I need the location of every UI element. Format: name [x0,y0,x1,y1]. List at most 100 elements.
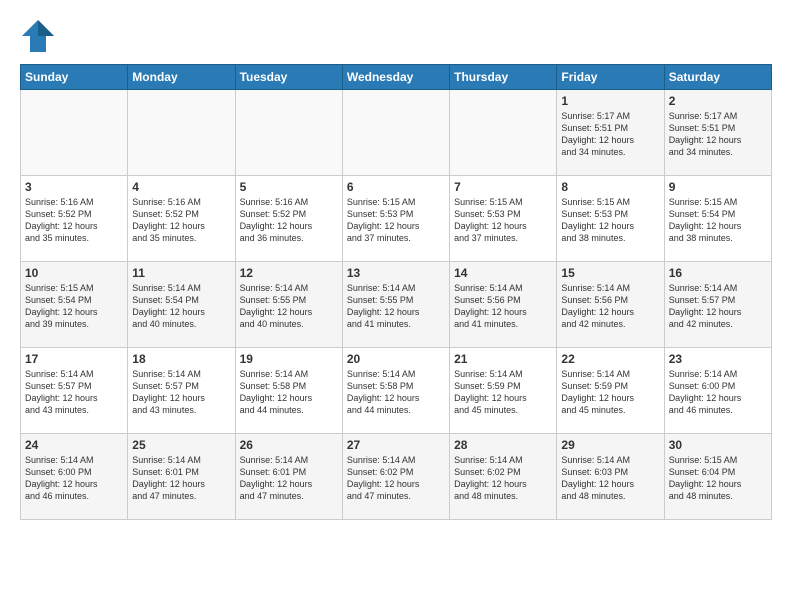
calendar-cell: 1Sunrise: 5:17 AM Sunset: 5:51 PM Daylig… [557,90,664,176]
day-number: 7 [454,180,552,194]
day-number: 3 [25,180,123,194]
day-number: 28 [454,438,552,452]
weekday-header-thursday: Thursday [450,65,557,90]
day-number: 11 [132,266,230,280]
weekday-row: SundayMondayTuesdayWednesdayThursdayFrid… [21,65,772,90]
calendar-week-row: 10Sunrise: 5:15 AM Sunset: 5:54 PM Dayli… [21,262,772,348]
calendar-cell: 5 Sunrise: 5:16 AM Sunset: 5:52 PM Daylig… [235,176,342,262]
calendar-cell: 9 Sunrise: 5:15 AM Sunset: 5:54 PM Daylig… [664,176,771,262]
weekday-header-sunday: Sunday [21,65,128,90]
day-number: 30 [669,438,767,452]
day-info: Sunrise: 5:14 AM Sunset: 5:57 PM Dayligh… [669,282,767,331]
day-info: Sunrise: 5:16 AM Sunset: 5:52 PM Dayligh… [132,196,230,245]
calendar-cell [21,90,128,176]
day-number: 20 [347,352,445,366]
calendar-week-row: 17Sunrise: 5:14 AM Sunset: 5:57 PM Dayli… [21,348,772,434]
day-info: Sunrise: 5:14 AM Sunset: 6:03 PM Dayligh… [561,454,659,503]
day-number: 12 [240,266,338,280]
day-number: 18 [132,352,230,366]
calendar-cell: 22 Sunrise: 5:14 AM Sunset: 5:59 PM Dayli… [557,348,664,434]
calendar-cell: 17Sunrise: 5:14 AM Sunset: 5:57 PM Dayli… [21,348,128,434]
day-info: Sunrise: 5:14 AM Sunset: 5:58 PM Dayligh… [240,368,338,417]
day-number: 9 [669,180,767,194]
calendar-cell: 6 Sunrise: 5:15 AM Sunset: 5:53 PM Daylig… [342,176,449,262]
calendar-cell: 27 Sunrise: 5:14 AM Sunset: 6:02 PM Dayli… [342,434,449,520]
calendar-week-row: 24 Sunrise: 5:14 AM Sunset: 6:00 PM Dayli… [21,434,772,520]
calendar-cell: 23 Sunrise: 5:14 AM Sunset: 6:00 PM Dayli… [664,348,771,434]
day-info: Sunrise: 5:16 AM Sunset: 5:52 PM Dayligh… [240,196,338,245]
day-number: 10 [25,266,123,280]
day-info: Sunrise: 5:15 AM Sunset: 5:53 PM Dayligh… [347,196,445,245]
weekday-header-friday: Friday [557,65,664,90]
calendar-cell: 20Sunrise: 5:14 AM Sunset: 5:58 PM Dayli… [342,348,449,434]
day-number: 14 [454,266,552,280]
day-info: Sunrise: 5:14 AM Sunset: 5:57 PM Dayligh… [25,368,123,417]
day-info: Sunrise: 5:14 AM Sunset: 6:01 PM Dayligh… [132,454,230,503]
day-info: Sunrise: 5:14 AM Sunset: 6:02 PM Dayligh… [454,454,552,503]
day-info: Sunrise: 5:14 AM Sunset: 5:55 PM Dayligh… [347,282,445,331]
calendar-cell: 28 Sunrise: 5:14 AM Sunset: 6:02 PM Dayli… [450,434,557,520]
day-info: Sunrise: 5:15 AM Sunset: 5:53 PM Dayligh… [561,196,659,245]
calendar-cell: 2 Sunrise: 5:17 AM Sunset: 5:51 PM Daylig… [664,90,771,176]
header [20,18,772,54]
day-info: Sunrise: 5:14 AM Sunset: 6:02 PM Dayligh… [347,454,445,503]
day-info: Sunrise: 5:14 AM Sunset: 6:01 PM Dayligh… [240,454,338,503]
day-number: 5 [240,180,338,194]
day-info: Sunrise: 5:14 AM Sunset: 6:00 PM Dayligh… [669,368,767,417]
day-number: 6 [347,180,445,194]
calendar: SundayMondayTuesdayWednesdayThursdayFrid… [20,64,772,520]
day-number: 29 [561,438,659,452]
day-info: Sunrise: 5:15 AM Sunset: 5:54 PM Dayligh… [669,196,767,245]
day-number: 24 [25,438,123,452]
weekday-header-wednesday: Wednesday [342,65,449,90]
day-number: 1 [561,94,659,108]
day-number: 26 [240,438,338,452]
calendar-cell [450,90,557,176]
day-info: Sunrise: 5:14 AM Sunset: 6:00 PM Dayligh… [25,454,123,503]
calendar-cell: 24 Sunrise: 5:14 AM Sunset: 6:00 PM Dayli… [21,434,128,520]
day-number: 13 [347,266,445,280]
day-number: 25 [132,438,230,452]
day-number: 27 [347,438,445,452]
day-number: 2 [669,94,767,108]
calendar-cell: 15 Sunrise: 5:14 AM Sunset: 5:56 PM Dayli… [557,262,664,348]
day-number: 16 [669,266,767,280]
day-number: 4 [132,180,230,194]
calendar-cell: 12Sunrise: 5:14 AM Sunset: 5:55 PM Dayli… [235,262,342,348]
calendar-cell: 13 Sunrise: 5:14 AM Sunset: 5:55 PM Dayli… [342,262,449,348]
day-info: Sunrise: 5:14 AM Sunset: 5:59 PM Dayligh… [561,368,659,417]
weekday-header-monday: Monday [128,65,235,90]
calendar-week-row: 3 Sunrise: 5:16 AM Sunset: 5:52 PM Daylig… [21,176,772,262]
day-info: Sunrise: 5:14 AM Sunset: 5:56 PM Dayligh… [561,282,659,331]
day-number: 8 [561,180,659,194]
calendar-cell [128,90,235,176]
calendar-cell: 16 Sunrise: 5:14 AM Sunset: 5:57 PM Dayli… [664,262,771,348]
calendar-cell: 14 Sunrise: 5:14 AM Sunset: 5:56 PM Dayli… [450,262,557,348]
calendar-cell [342,90,449,176]
day-info: Sunrise: 5:17 AM Sunset: 5:51 PM Dayligh… [669,110,767,159]
weekday-header-tuesday: Tuesday [235,65,342,90]
calendar-cell: 21Sunrise: 5:14 AM Sunset: 5:59 PM Dayli… [450,348,557,434]
day-info: Sunrise: 5:14 AM Sunset: 5:54 PM Dayligh… [132,282,230,331]
calendar-cell: 4 Sunrise: 5:16 AM Sunset: 5:52 PM Daylig… [128,176,235,262]
calendar-body: 1 Sunrise: 5:17 AM Sunset: 5:51 PM Daylig… [21,90,772,520]
day-number: 22 [561,352,659,366]
calendar-week-row: 1 Sunrise: 5:17 AM Sunset: 5:51 PM Daylig… [21,90,772,176]
calendar-cell: 11 Sunrise: 5:14 AM Sunset: 5:54 PM Dayli… [128,262,235,348]
calendar-cell: 7Sunrise: 5:15 AM Sunset: 5:53 PM Daylig… [450,176,557,262]
day-info: Sunrise: 5:14 AM Sunset: 5:57 PM Dayligh… [132,368,230,417]
day-info: Sunrise: 5:16 AM Sunset: 5:52 PM Dayligh… [25,196,123,245]
day-info: Sunrise: 5:14 AM Sunset: 5:56 PM Dayligh… [454,282,552,331]
day-info: Sunrise: 5:15 AM Sunset: 6:04 PM Dayligh… [669,454,767,503]
logo [20,18,58,54]
day-number: 15 [561,266,659,280]
day-number: 23 [669,352,767,366]
calendar-cell [235,90,342,176]
weekday-header-saturday: Saturday [664,65,771,90]
calendar-cell: 19 Sunrise: 5:14 AM Sunset: 5:58 PM Dayli… [235,348,342,434]
logo-icon [20,18,56,54]
calendar-cell: 25 Sunrise: 5:14 AM Sunset: 6:01 PM Dayli… [128,434,235,520]
page: SundayMondayTuesdayWednesdayThursdayFrid… [0,0,792,534]
calendar-cell: 3 Sunrise: 5:16 AM Sunset: 5:52 PM Daylig… [21,176,128,262]
day-number: 19 [240,352,338,366]
